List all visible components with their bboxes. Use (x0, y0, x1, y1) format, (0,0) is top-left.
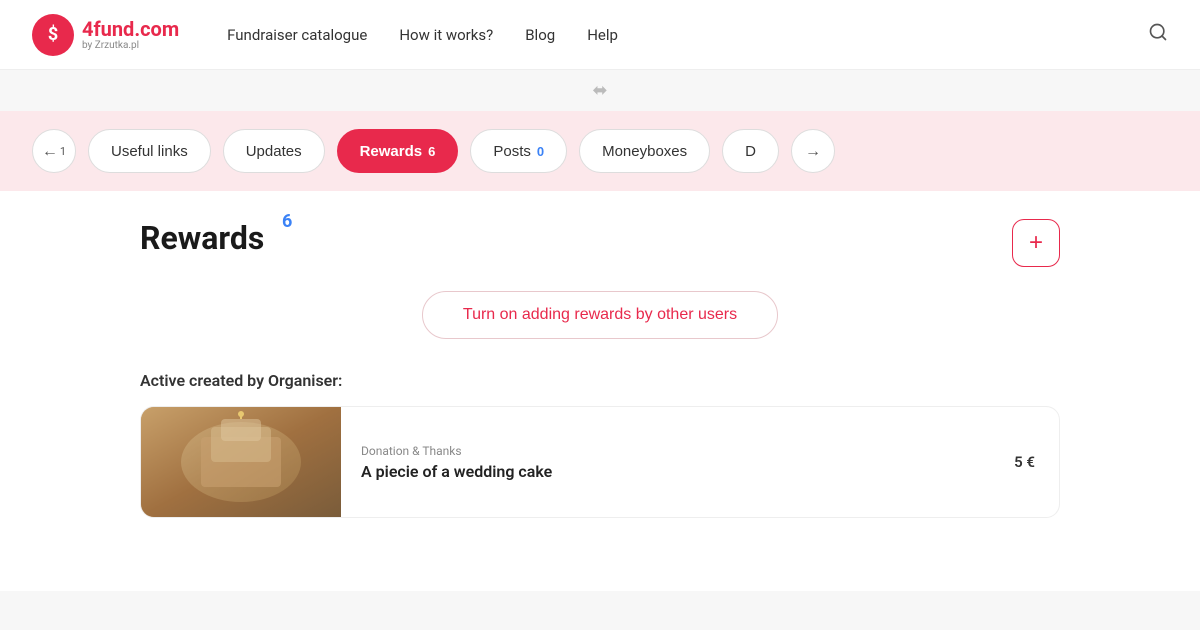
turn-on-rewards-button[interactable]: Turn on adding rewards by other users (422, 291, 778, 339)
reward-price: 5 € (990, 439, 1059, 485)
logo-text: 4fund.com by Zrzutka.pl (82, 18, 179, 51)
nav-links: Fundraiser catalogue How it works? Blog … (227, 26, 1148, 44)
tab-moneyboxes[interactable]: Moneyboxes (579, 129, 710, 173)
tab-next-arrow[interactable]: → (791, 129, 835, 173)
logo-icon: $ (32, 14, 74, 56)
tab-d[interactable]: D (722, 129, 779, 173)
reward-info: Donation & Thanks A piecie of a wedding … (341, 407, 990, 517)
search-icon[interactable] (1148, 22, 1168, 47)
reward-image-svg (141, 407, 341, 517)
logo-main: 4fund.com (82, 18, 179, 40)
tab-posts[interactable]: Posts 0 (470, 129, 567, 173)
tab-updates[interactable]: Updates (223, 129, 325, 173)
nav-help[interactable]: Help (587, 26, 618, 44)
reward-category: Donation & Thanks (361, 444, 970, 458)
tabs-container: ← 1 Useful links Updates Rewards 6 Posts… (0, 111, 1200, 191)
reward-card: Donation & Thanks A piecie of a wedding … (140, 406, 1060, 518)
nav-blog[interactable]: Blog (525, 26, 555, 44)
main-content: Rewards 6 + Turn on adding rewards by ot… (0, 191, 1200, 591)
logo-icon-text: $ (48, 24, 58, 45)
scroll-indicator: ⬌ (0, 70, 1200, 111)
tab-rewards[interactable]: Rewards 6 (337, 129, 459, 173)
reward-image (141, 407, 341, 517)
add-reward-button[interactable]: + (1012, 219, 1060, 267)
tab-prev-arrow[interactable]: ← 1 (32, 129, 76, 173)
nav-how-it-works[interactable]: How it works? (399, 26, 493, 44)
tab-useful-links[interactable]: Useful links (88, 129, 211, 173)
logo[interactable]: $ 4fund.com by Zrzutka.pl (32, 14, 179, 56)
nav-fundraiser-catalogue[interactable]: Fundraiser catalogue (227, 26, 367, 44)
reward-name: A piecie of a wedding cake (361, 462, 970, 481)
active-organiser-label: Active created by Organiser: (140, 371, 1060, 390)
navbar: $ 4fund.com by Zrzutka.pl Fundraiser cat… (0, 0, 1200, 70)
rewards-header: Rewards 6 + (140, 219, 1060, 267)
logo-sub: by Zrzutka.pl (82, 40, 179, 51)
rewards-title: Rewards (140, 219, 264, 257)
rewards-title-area: Rewards 6 (140, 219, 264, 257)
rewards-count-badge: 6 (282, 211, 292, 232)
